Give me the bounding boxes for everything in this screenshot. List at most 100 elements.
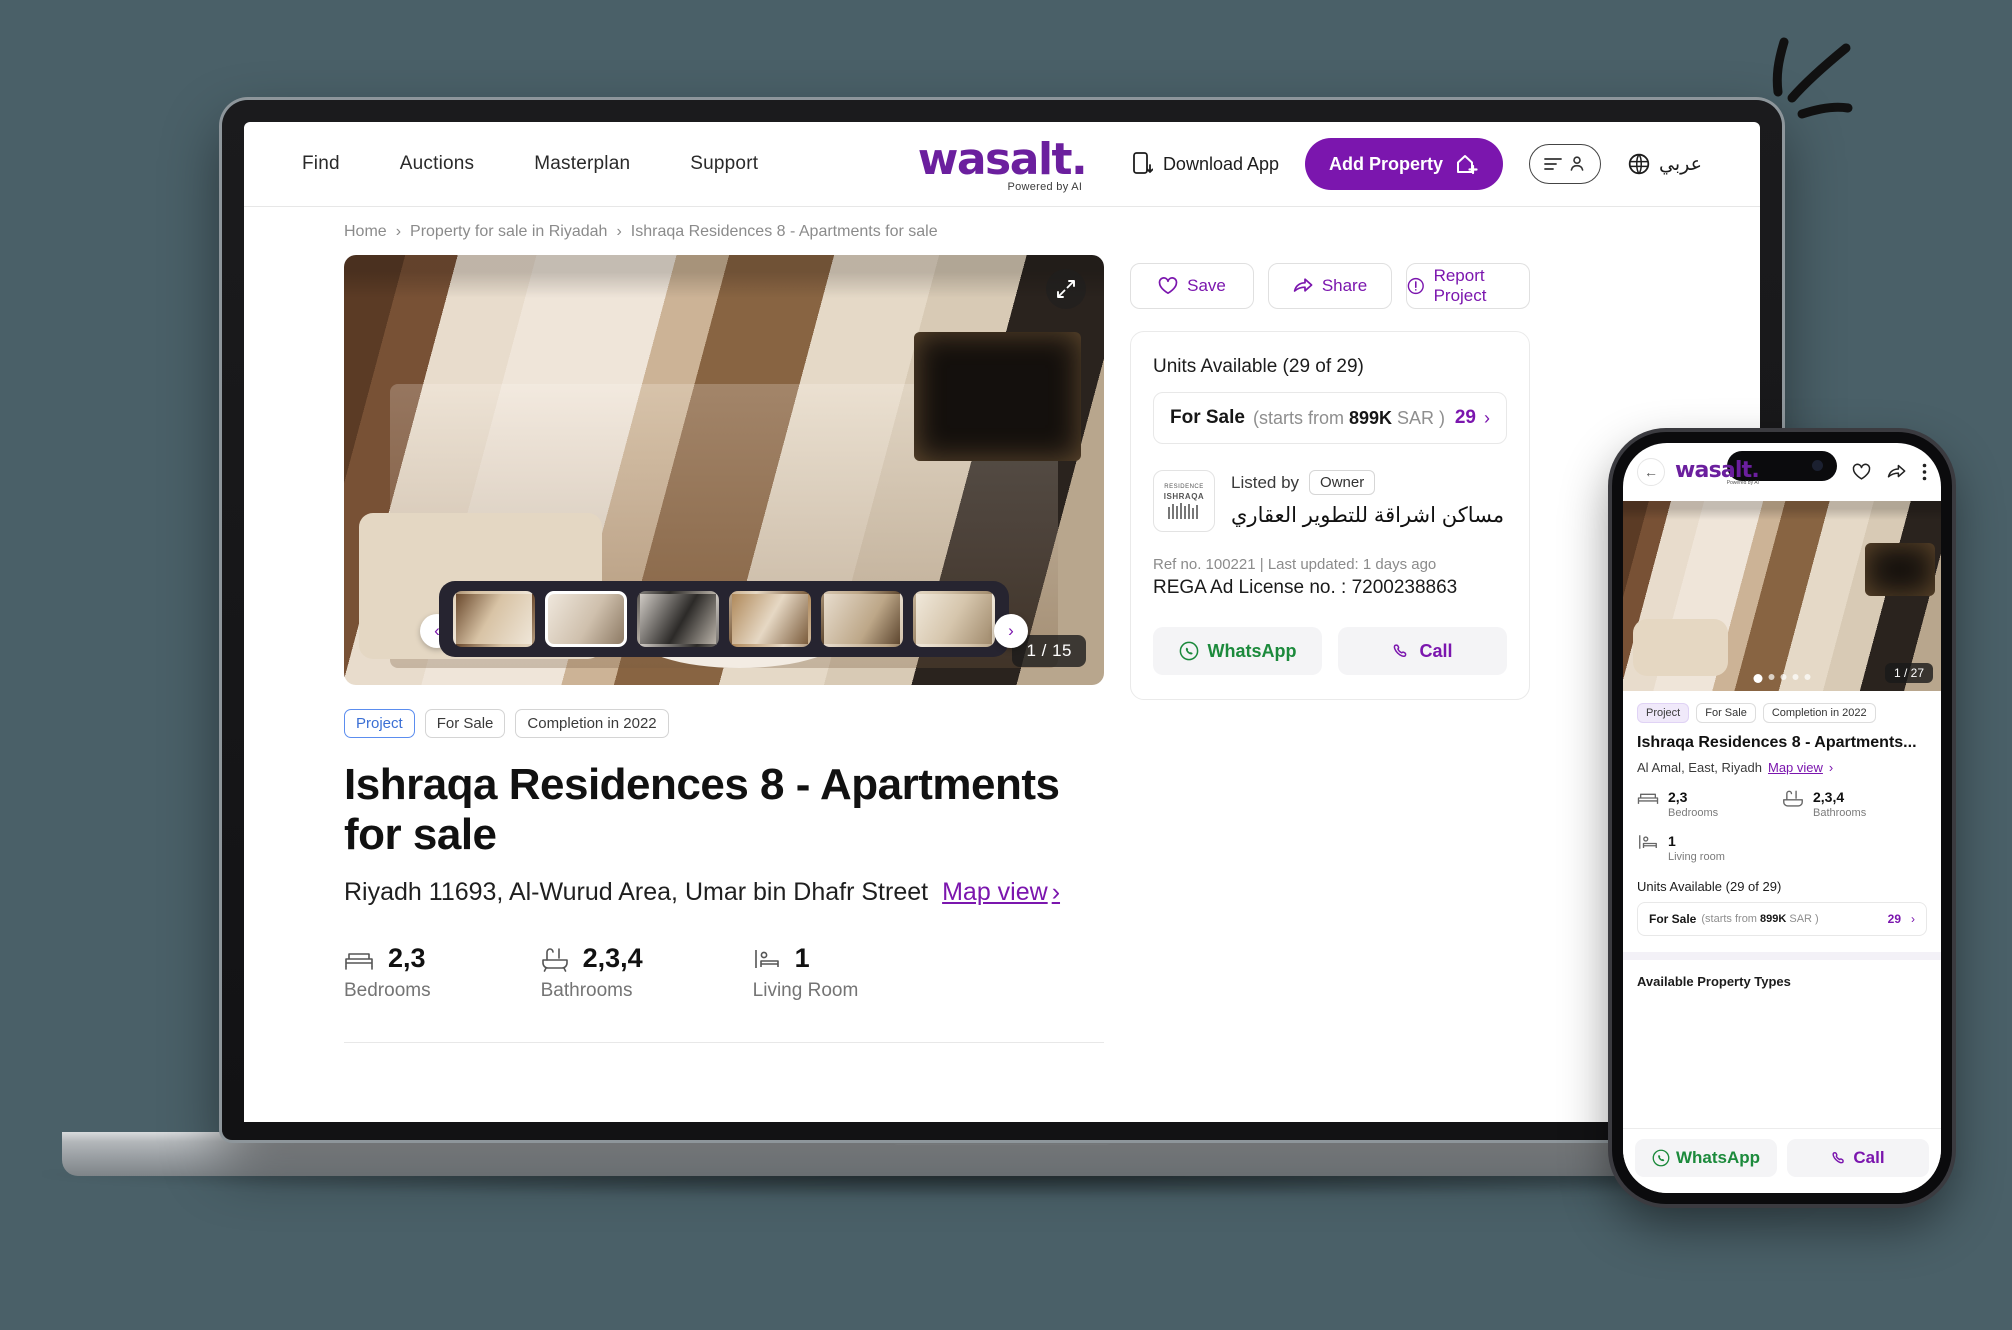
fact-value: 2,3,4 (582, 943, 643, 973)
main-nav: Find Auctions Masterplan Support (302, 153, 758, 175)
download-app-button[interactable]: Download App (1133, 152, 1279, 176)
laptop-lid: Find Auctions Masterplan Support wasalt.… (222, 100, 1782, 1140)
back-button[interactable]: ← (1637, 458, 1665, 486)
phone-map-view-link[interactable]: Map view (1768, 760, 1823, 775)
bed-icon (345, 952, 373, 970)
owner-badge: Owner (1309, 470, 1376, 495)
phone-logo[interactable]: wasalt. Powered by AI (1675, 458, 1760, 486)
header-actions: Download App Add Property عربي (1133, 138, 1702, 190)
phone-call-button[interactable]: Call (1787, 1139, 1929, 1177)
gallery-next-button[interactable]: › (994, 614, 1028, 648)
unit-currency: SAR ) (1392, 407, 1446, 428)
unit-price-prefix: (starts from (1252, 407, 1349, 428)
gallery-thumbnail[interactable] (545, 591, 627, 647)
address-text: Riyadh 11693, Al-Wurud Area, Umar bin Dh… (344, 878, 929, 906)
gallery-thumbnail[interactable] (821, 591, 903, 647)
units-panel: Units Available (29 of 29) For Sale (sta… (1130, 331, 1530, 700)
account-menu-button[interactable] (1529, 144, 1602, 184)
breadcrumb: Home › Property for sale in Riyadah › Is… (244, 207, 1760, 251)
map-view-label: Map view (942, 878, 1048, 906)
phone-frame: ← wasalt. Powered by AI 1 / 27 Project F… (1612, 432, 1952, 1204)
phone-section-title: Available Property Types (1637, 974, 1791, 989)
fact-bedrooms: 2,3 Bedrooms (344, 943, 431, 1002)
phone-tag-project[interactable]: Project (1637, 703, 1690, 723)
unit-type: For Sale (1170, 407, 1245, 428)
phone-whatsapp-button[interactable]: WhatsApp (1635, 1139, 1777, 1177)
whatsapp-icon (1652, 1149, 1670, 1167)
scene: Find Auctions Masterplan Support wasalt.… (0, 0, 2012, 1330)
living-room-icon (1639, 835, 1657, 849)
site-logo[interactable]: wasalt. Powered by AI (918, 134, 1088, 193)
share-icon[interactable] (1887, 463, 1906, 481)
phone-unit-price-prefix: (starts from (1701, 913, 1761, 925)
logo-line2: ISHRAQA (1163, 491, 1205, 501)
phone-address-text: Al Amal, East, Riyadh (1637, 760, 1762, 775)
breadcrumb-separator: › (616, 223, 622, 240)
logo-bars-icon (1168, 502, 1198, 519)
hamburger-icon (1544, 158, 1562, 170)
alert-circle-icon (1407, 277, 1424, 295)
phone-tag-for-sale[interactable]: For Sale (1696, 703, 1756, 723)
tag-completion[interactable]: Completion in 2022 (515, 709, 669, 738)
phone-unit-type: For Sale (1649, 912, 1697, 926)
nav-link-masterplan[interactable]: Masterplan (534, 153, 630, 175)
language-switch[interactable]: عربي (1627, 152, 1702, 176)
gallery-thumbnail[interactable] (453, 591, 535, 647)
contact-actions: WhatsApp Call (1153, 627, 1507, 675)
listing-tags: Project For Sale Completion in 2022 (344, 709, 1104, 738)
breadcrumb-item-category[interactable]: Property for sale in Riyadah (410, 223, 607, 241)
heart-icon[interactable] (1852, 463, 1871, 481)
phone-header-actions (1852, 463, 1927, 481)
tag-project[interactable]: Project (344, 709, 415, 738)
share-icon (1293, 278, 1313, 292)
fact-living-room: 1 Living Room (753, 943, 859, 1002)
save-button[interactable]: Save (1130, 263, 1254, 309)
nav-link-support[interactable]: Support (690, 153, 758, 175)
phone-fact-value: 2,3 (1668, 789, 1688, 805)
whatsapp-icon (1179, 641, 1198, 661)
phone-fact-label: Bedrooms (1668, 807, 1719, 819)
gallery-thumbnail[interactable] (913, 591, 995, 647)
report-project-button[interactable]: Report Project (1406, 263, 1530, 309)
image-gallery: 1 / 15 ‹ › (344, 255, 1104, 685)
chevron-right-icon: › (1051, 878, 1061, 906)
phone-app-header: ← wasalt. Powered by AI (1623, 443, 1941, 501)
map-view-link[interactable]: Map view › (942, 878, 1060, 907)
unit-row-for-sale[interactable]: For Sale (starts from 899K SAR ) 29 › (1153, 392, 1507, 444)
nav-link-find[interactable]: Find (302, 153, 340, 175)
tag-for-sale[interactable]: For Sale (424, 709, 506, 738)
phone-hero-image[interactable]: 1 / 27 (1623, 501, 1941, 691)
more-vertical-icon[interactable] (1922, 463, 1927, 481)
report-label: Report Project (1433, 266, 1487, 305)
phone-mockup: ← wasalt. Powered by AI 1 / 27 Project F… (1612, 432, 1952, 1204)
expand-gallery-button[interactable] (1046, 269, 1086, 309)
phone-fact-bathrooms: 2,3,4 Bathrooms (1782, 789, 1927, 819)
add-property-button[interactable]: Add Property (1305, 138, 1504, 190)
call-button[interactable]: Call (1338, 627, 1507, 675)
developer-name: مساكن اشراقة للتطوير العقاري (1231, 504, 1505, 527)
gallery-thumbnail[interactable] (729, 591, 811, 647)
laptop-mockup: Find Auctions Masterplan Support wasalt.… (42, 100, 1962, 1198)
share-button[interactable]: Share (1268, 263, 1392, 309)
phone-tag-completion[interactable]: Completion in 2022 (1762, 703, 1876, 723)
whatsapp-button[interactable]: WhatsApp (1153, 627, 1322, 675)
gallery-thumbnail[interactable] (637, 591, 719, 647)
phone-fact-label: Bathrooms (1813, 807, 1867, 819)
site-header: Find Auctions Masterplan Support wasalt.… (244, 122, 1760, 206)
phone-unit-row-for-sale[interactable]: For Sale (starts from 899K SAR ) 29 › (1637, 902, 1927, 936)
phone-call-label: Call (1853, 1148, 1885, 1167)
nav-link-auctions[interactable]: Auctions (400, 153, 474, 175)
hero-tv-shape (914, 332, 1082, 462)
phone-unit-currency: SAR ) (1786, 913, 1819, 925)
property-facts: 2,3 Bedrooms 2,3,4 Bathrooms 1 Living Ro… (344, 943, 1104, 1002)
phone-section-separator (1623, 952, 1941, 960)
phone-fact-bedrooms: 2,3 Bedrooms (1637, 789, 1782, 819)
phone-fact-label: Living room (1668, 851, 1725, 863)
phone-unit-price-note: (starts from 899K SAR ) (1701, 913, 1818, 925)
breadcrumb-item-home[interactable]: Home (344, 223, 387, 241)
phone-property-facts: 2,3 Bedrooms 2,3,4 Bathrooms 1 Living ro… (1637, 789, 1927, 863)
listed-by-label: Listed by (1231, 472, 1300, 492)
phone-fact-value: 2,3,4 (1813, 789, 1845, 805)
chevron-right-icon: › (1911, 912, 1915, 926)
phone-gallery-dots[interactable] (1753, 674, 1811, 683)
